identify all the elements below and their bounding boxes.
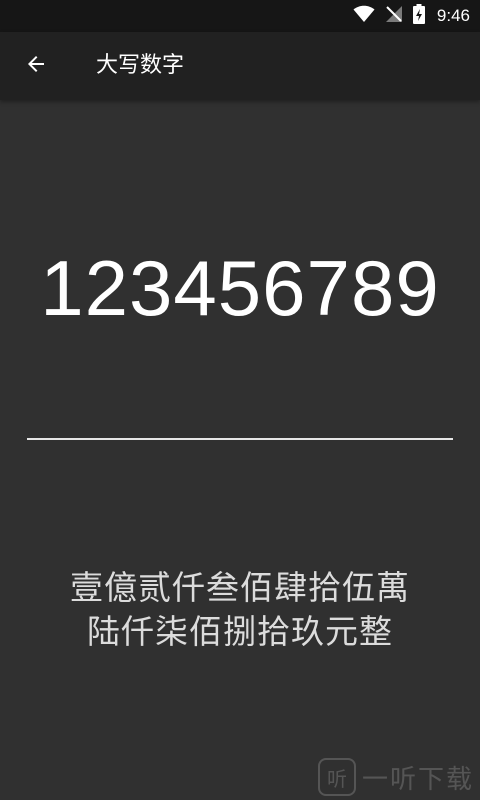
status-icons: 9:46 bbox=[353, 0, 470, 32]
number-input[interactable]: 123456789 bbox=[0, 240, 480, 336]
arrow-left-icon bbox=[24, 52, 48, 80]
no-signal-icon bbox=[385, 5, 403, 27]
input-underline bbox=[27, 438, 453, 440]
back-button[interactable] bbox=[14, 44, 58, 88]
result-line-2: 陆仟柒佰捌拾玖元整 bbox=[87, 612, 393, 651]
page-title: 大写数字 bbox=[96, 53, 185, 78]
watermark-logo: 听 bbox=[317, 758, 356, 796]
app-bar: 大写数字 bbox=[0, 32, 480, 100]
screen: 9:46 大写数字 123456789 壹億贰仟叁佰肆拾伍萬 陆仟柒佰捌拾玖元整… bbox=[0, 0, 480, 800]
watermark-text: 一听下载 bbox=[361, 764, 474, 795]
watermark: 听 一听下载 bbox=[317, 758, 474, 796]
result-line-1: 壹億贰仟叁佰肆拾伍萬 bbox=[70, 568, 410, 607]
result-text: 壹億贰仟叁佰肆拾伍萬 陆仟柒佰捌拾玖元整 bbox=[20, 566, 460, 654]
wifi-icon bbox=[353, 5, 375, 27]
status-time: 9:46 bbox=[436, 6, 470, 25]
battery-charging-icon bbox=[412, 4, 425, 28]
status-bar: 9:46 bbox=[0, 0, 480, 32]
